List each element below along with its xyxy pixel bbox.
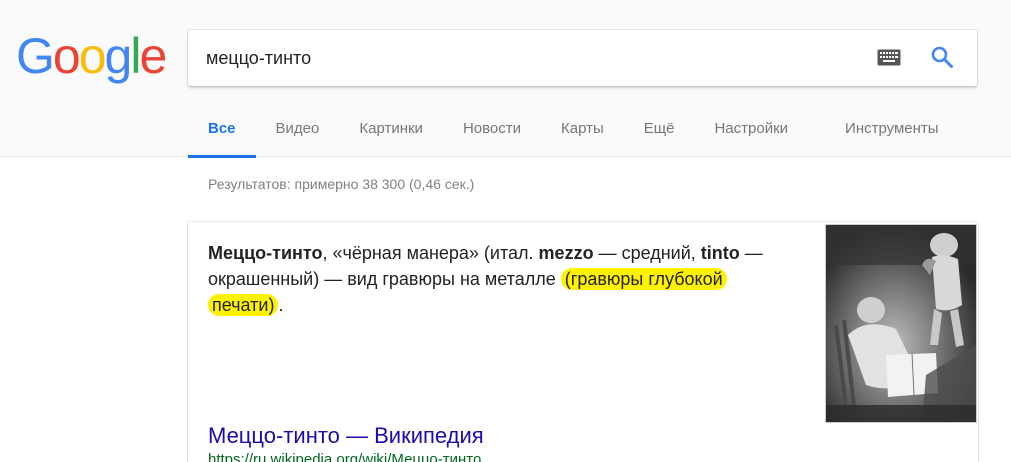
search-box <box>188 30 977 86</box>
snippet-text-part: , «чёрная манера» (итал. <box>322 243 539 263</box>
snippet-bold-word: tinto <box>700 243 740 263</box>
tab-all[interactable]: Все <box>188 100 256 158</box>
google-logo[interactable]: Google <box>16 26 167 86</box>
logo-letter: o <box>52 28 81 84</box>
search-input[interactable] <box>206 44 846 72</box>
tab-tools[interactable]: Инструменты <box>825 100 959 157</box>
logo-letter: g <box>104 28 133 84</box>
snippet-term: Меццо-тинто <box>208 243 323 263</box>
featured-snippet-text: Меццо-тинто, «чёрная манера» (итал. mezz… <box>208 240 778 318</box>
featured-snippet-card: Меццо-тинто, «чёрная манера» (итал. mezz… <box>188 222 978 462</box>
result-url[interactable]: https://ru.wikipedia.org/wiki/Меццо-тинт… <box>208 451 481 462</box>
snippet-text-part: . <box>278 295 284 315</box>
keyboard-icon[interactable] <box>877 49 901 66</box>
logo-letter: e <box>139 28 167 84</box>
snippet-bold-word: mezzo <box>538 243 594 263</box>
search-tabs: Все Видео Картинки Новости Карты Ещё Нас… <box>188 100 959 158</box>
tab-images[interactable]: Картинки <box>339 100 443 157</box>
result-title-link[interactable]: Меццо-тинто — Википедия <box>208 423 484 449</box>
header-bar: Google Все Видео Картинки Новости Карты … <box>0 0 1011 158</box>
tab-video[interactable]: Видео <box>256 100 340 157</box>
tab-more[interactable]: Ещё <box>624 100 695 157</box>
snippet-text-part: — средний, <box>593 243 701 263</box>
engraving-picture <box>826 225 976 422</box>
tab-settings[interactable]: Настройки <box>694 100 808 157</box>
search-icon[interactable] <box>930 45 954 69</box>
mezzotint-engraving-image[interactable] <box>825 224 977 423</box>
logo-letter: G <box>16 28 55 84</box>
tab-news[interactable]: Новости <box>443 100 541 157</box>
logo-letter: o <box>78 28 107 84</box>
tab-maps[interactable]: Карты <box>541 100 624 157</box>
result-stats: Результатов: примерно 38 300 (0,46 сек.) <box>208 176 475 192</box>
